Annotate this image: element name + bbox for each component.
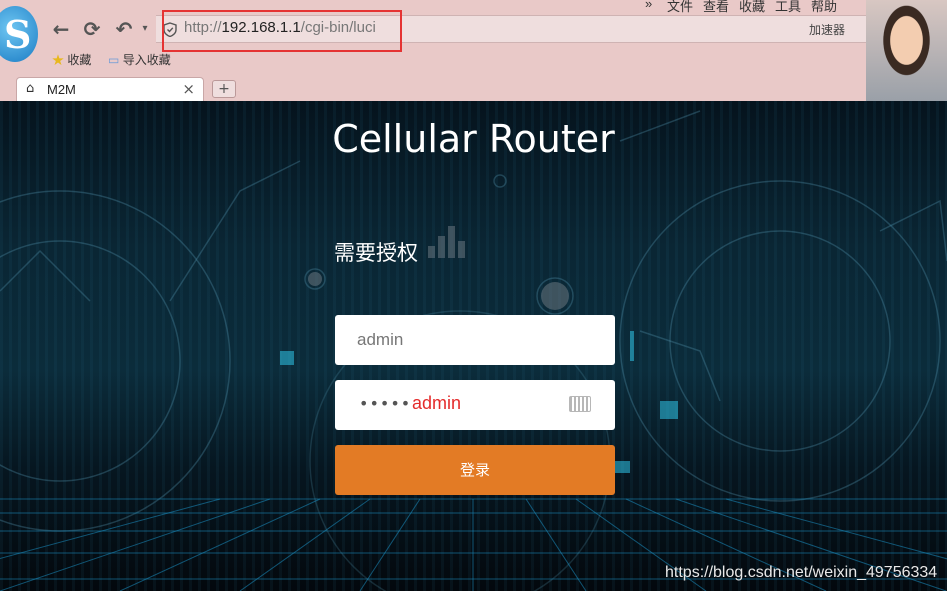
password-mask: ••••• — [359, 394, 412, 413]
reload-icon[interactable]: ⟳ — [81, 18, 103, 40]
avatar — [866, 0, 947, 101]
menu-help[interactable]: 帮助 — [811, 0, 837, 15]
browser-chrome: S ← ⟳ ↶ ▾ http://192.168.1.1/cgi-bin/luc… — [0, 0, 947, 102]
folder-icon: ▭ — [108, 53, 120, 67]
bookmark-import[interactable]: ▭ 导入收藏 — [108, 51, 171, 68]
back-icon[interactable]: ← — [50, 18, 72, 40]
login-button[interactable]: 登录 — [335, 445, 615, 495]
auth-heading: 需要授权 — [334, 241, 418, 265]
accelerator-button[interactable]: 加速器 — [809, 21, 845, 38]
bookmark-import-label: 导入收藏 — [122, 53, 171, 67]
menu-more[interactable]: » — [645, 0, 652, 11]
username-input[interactable]: admin — [335, 315, 615, 365]
bookmark-favorites[interactable]: ★ 收藏 — [52, 51, 91, 68]
menu-favorites[interactable]: 收藏 — [739, 0, 765, 15]
browser-logo: S — [0, 6, 38, 62]
menu-view[interactable]: 查看 — [703, 0, 729, 15]
close-icon[interactable]: × — [182, 80, 195, 98]
undo-icon[interactable]: ↶ — [113, 18, 135, 40]
page-title: Cellular Router — [332, 117, 615, 161]
keyboard-icon[interactable] — [569, 396, 591, 412]
star-icon: ★ — [52, 53, 65, 67]
new-tab-button[interactable]: + — [212, 80, 236, 98]
login-page: Cellular Router 需要授权 admin ••••• admin 登… — [0, 101, 947, 591]
tab-title: M2M — [47, 82, 76, 97]
router-icon: ⌂ — [26, 81, 35, 96]
password-annotation: admin — [412, 393, 462, 413]
watermark: https://blog.csdn.net/weixin_49756334 — [665, 564, 938, 581]
menu-file[interactable]: 文件 — [667, 0, 693, 15]
menu-tools[interactable]: 工具 — [775, 0, 801, 15]
url-highlight-box — [162, 10, 402, 52]
bookmark-favorites-label: 收藏 — [67, 53, 92, 67]
password-input[interactable]: ••••• admin — [335, 380, 615, 430]
chevron-down-icon[interactable]: ▾ — [134, 18, 156, 40]
tab-m2m[interactable]: ⌂ M2M × — [16, 77, 204, 102]
